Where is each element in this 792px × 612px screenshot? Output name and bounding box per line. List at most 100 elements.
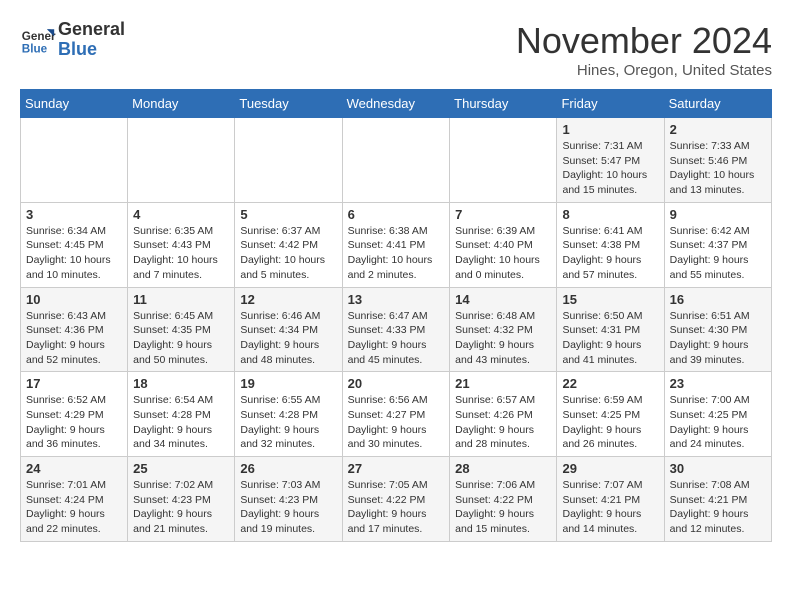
day-info: Sunrise: 7:06 AM Sunset: 4:22 PM Dayligh… (455, 478, 551, 537)
day-number: 18 (133, 376, 229, 391)
calendar-cell: 25 Sunrise: 7:02 AM Sunset: 4:23 PM Dayli… (128, 457, 235, 542)
calendar-cell: 3 Sunrise: 6:34 AM Sunset: 4:45 PM Daylig… (21, 202, 128, 287)
weekday-header-sunday: Sunday (21, 90, 128, 118)
day-number: 11 (133, 292, 229, 307)
day-number: 15 (562, 292, 658, 307)
calendar-cell: 15 Sunrise: 6:50 AM Sunset: 4:31 PM Dayli… (557, 287, 664, 372)
day-number: 12 (240, 292, 336, 307)
day-info: Sunrise: 6:54 AM Sunset: 4:28 PM Dayligh… (133, 393, 229, 452)
weekday-header-saturday: Saturday (664, 90, 771, 118)
day-info: Sunrise: 7:02 AM Sunset: 4:23 PM Dayligh… (133, 478, 229, 537)
day-info: Sunrise: 6:48 AM Sunset: 4:32 PM Dayligh… (455, 309, 551, 368)
calendar-cell: 12 Sunrise: 6:46 AM Sunset: 4:34 PM Dayli… (235, 287, 342, 372)
calendar-cell: 22 Sunrise: 6:59 AM Sunset: 4:25 PM Dayli… (557, 372, 664, 457)
day-info: Sunrise: 6:56 AM Sunset: 4:27 PM Dayligh… (348, 393, 445, 452)
calendar-cell: 10 Sunrise: 6:43 AM Sunset: 4:36 PM Dayli… (21, 287, 128, 372)
day-info: Sunrise: 6:35 AM Sunset: 4:43 PM Dayligh… (133, 224, 229, 283)
day-number: 3 (26, 207, 122, 222)
calendar-cell (342, 118, 450, 203)
day-info: Sunrise: 6:51 AM Sunset: 4:30 PM Dayligh… (670, 309, 766, 368)
calendar-cell: 20 Sunrise: 6:56 AM Sunset: 4:27 PM Dayli… (342, 372, 450, 457)
day-number: 29 (562, 461, 658, 476)
day-number: 23 (670, 376, 766, 391)
svg-text:Blue: Blue (22, 42, 48, 55)
day-number: 25 (133, 461, 229, 476)
logo-icon: General Blue (20, 22, 56, 58)
calendar-cell (128, 118, 235, 203)
day-number: 4 (133, 207, 229, 222)
day-number: 7 (455, 207, 551, 222)
day-info: Sunrise: 6:37 AM Sunset: 4:42 PM Dayligh… (240, 224, 336, 283)
calendar-cell: 2Sunrise: 7:33 AM Sunset: 5:46 PM Daylig… (664, 118, 771, 203)
day-number: 19 (240, 376, 336, 391)
calendar-cell: 11 Sunrise: 6:45 AM Sunset: 4:35 PM Dayli… (128, 287, 235, 372)
calendar-cell: 16 Sunrise: 6:51 AM Sunset: 4:30 PM Dayli… (664, 287, 771, 372)
month-title: November 2024 (516, 20, 772, 62)
calendar-cell: 14 Sunrise: 6:48 AM Sunset: 4:32 PM Dayli… (450, 287, 557, 372)
day-info: Sunrise: 6:34 AM Sunset: 4:45 PM Dayligh… (26, 224, 122, 283)
calendar-cell: 24 Sunrise: 7:01 AM Sunset: 4:24 PM Dayli… (21, 457, 128, 542)
calendar-cell: 17Sunrise: 6:52 AM Sunset: 4:29 PM Dayli… (21, 372, 128, 457)
calendar-cell (450, 118, 557, 203)
calendar-cell: 29 Sunrise: 7:07 AM Sunset: 4:21 PM Dayli… (557, 457, 664, 542)
day-number: 9 (670, 207, 766, 222)
day-number: 10 (26, 292, 122, 307)
calendar-cell: 23Sunrise: 7:00 AM Sunset: 4:25 PM Dayli… (664, 372, 771, 457)
week-row-5: 24 Sunrise: 7:01 AM Sunset: 4:24 PM Dayli… (21, 457, 772, 542)
day-info: Sunrise: 6:39 AM Sunset: 4:40 PM Dayligh… (455, 224, 551, 283)
week-row-1: 1Sunrise: 7:31 AM Sunset: 5:47 PM Daylig… (21, 118, 772, 203)
day-number: 21 (455, 376, 551, 391)
calendar-cell: 7 Sunrise: 6:39 AM Sunset: 4:40 PM Daylig… (450, 202, 557, 287)
day-info: Sunrise: 6:43 AM Sunset: 4:36 PM Dayligh… (26, 309, 122, 368)
week-row-2: 3 Sunrise: 6:34 AM Sunset: 4:45 PM Daylig… (21, 202, 772, 287)
day-number: 22 (562, 376, 658, 391)
day-number: 16 (670, 292, 766, 307)
day-info: Sunrise: 6:50 AM Sunset: 4:31 PM Dayligh… (562, 309, 658, 368)
calendar-cell: 21 Sunrise: 6:57 AM Sunset: 4:26 PM Dayli… (450, 372, 557, 457)
calendar-cell: 5 Sunrise: 6:37 AM Sunset: 4:42 PM Daylig… (235, 202, 342, 287)
day-info: Sunrise: 7:01 AM Sunset: 4:24 PM Dayligh… (26, 478, 122, 537)
calendar-cell: 30 Sunrise: 7:08 AM Sunset: 4:21 PM Dayli… (664, 457, 771, 542)
week-row-4: 17Sunrise: 6:52 AM Sunset: 4:29 PM Dayli… (21, 372, 772, 457)
day-number: 28 (455, 461, 551, 476)
calendar-cell: 28 Sunrise: 7:06 AM Sunset: 4:22 PM Dayli… (450, 457, 557, 542)
day-info: Sunrise: 6:57 AM Sunset: 4:26 PM Dayligh… (455, 393, 551, 452)
day-number: 5 (240, 207, 336, 222)
day-info: Sunrise: 6:42 AM Sunset: 4:37 PM Dayligh… (670, 224, 766, 283)
day-number: 24 (26, 461, 122, 476)
calendar-table: SundayMondayTuesdayWednesdayThursdayFrid… (20, 89, 772, 542)
day-info: Sunrise: 6:45 AM Sunset: 4:35 PM Dayligh… (133, 309, 229, 368)
day-number: 6 (348, 207, 445, 222)
calendar-cell: 26Sunrise: 7:03 AM Sunset: 4:23 PM Dayli… (235, 457, 342, 542)
title-block: November 2024 Hines, Oregon, United Stat… (516, 20, 772, 79)
day-number: 20 (348, 376, 445, 391)
day-info: Sunrise: 7:07 AM Sunset: 4:21 PM Dayligh… (562, 478, 658, 537)
logo: General Blue General Blue (20, 20, 125, 60)
day-info: Sunrise: 6:41 AM Sunset: 4:38 PM Dayligh… (562, 224, 658, 283)
calendar-cell (235, 118, 342, 203)
day-info: Sunrise: 7:31 AM Sunset: 5:47 PM Dayligh… (562, 139, 658, 198)
day-number: 26 (240, 461, 336, 476)
location: Hines, Oregon, United States (516, 62, 772, 79)
calendar-cell: 19Sunrise: 6:55 AM Sunset: 4:28 PM Dayli… (235, 372, 342, 457)
calendar-cell: 27Sunrise: 7:05 AM Sunset: 4:22 PM Dayli… (342, 457, 450, 542)
calendar-cell (21, 118, 128, 203)
day-number: 14 (455, 292, 551, 307)
day-info: Sunrise: 7:05 AM Sunset: 4:22 PM Dayligh… (348, 478, 445, 537)
page-header: General Blue General Blue November 2024 … (20, 20, 772, 79)
day-info: Sunrise: 6:52 AM Sunset: 4:29 PM Dayligh… (26, 393, 122, 452)
day-info: Sunrise: 6:59 AM Sunset: 4:25 PM Dayligh… (562, 393, 658, 452)
calendar-cell: 8Sunrise: 6:41 AM Sunset: 4:38 PM Daylig… (557, 202, 664, 287)
weekday-header-thursday: Thursday (450, 90, 557, 118)
day-info: Sunrise: 7:08 AM Sunset: 4:21 PM Dayligh… (670, 478, 766, 537)
day-number: 13 (348, 292, 445, 307)
calendar-cell: 9 Sunrise: 6:42 AM Sunset: 4:37 PM Daylig… (664, 202, 771, 287)
day-info: Sunrise: 6:46 AM Sunset: 4:34 PM Dayligh… (240, 309, 336, 368)
day-info: Sunrise: 7:33 AM Sunset: 5:46 PM Dayligh… (670, 139, 766, 198)
weekday-header-monday: Monday (128, 90, 235, 118)
day-info: Sunrise: 6:38 AM Sunset: 4:41 PM Dayligh… (348, 224, 445, 283)
calendar-cell: 18 Sunrise: 6:54 AM Sunset: 4:28 PM Dayli… (128, 372, 235, 457)
calendar-cell: 13Sunrise: 6:47 AM Sunset: 4:33 PM Dayli… (342, 287, 450, 372)
calendar-cell: 6 Sunrise: 6:38 AM Sunset: 4:41 PM Daylig… (342, 202, 450, 287)
day-number: 30 (670, 461, 766, 476)
